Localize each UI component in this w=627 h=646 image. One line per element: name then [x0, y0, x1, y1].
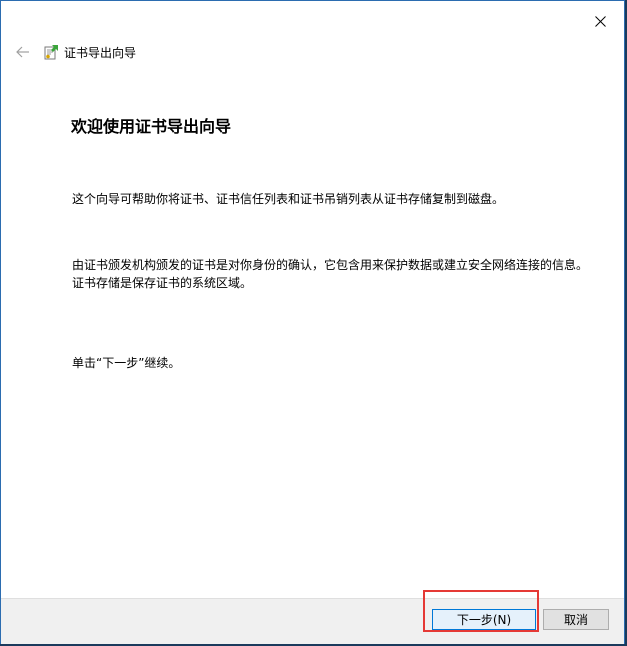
- certificate-export-wizard-window: 证书导出向导 欢迎使用证书导出向导 这个向导可帮助你将证书、证书信任列表和证书吊…: [0, 0, 625, 644]
- back-button[interactable]: [13, 43, 33, 61]
- close-icon: [594, 15, 606, 27]
- wizard-header: 证书导出向导: [13, 42, 136, 62]
- intro-paragraph: 这个向导可帮助你将证书、证书信任列表和证书吊销列表从证书存储复制到磁盘。: [72, 192, 505, 206]
- certificate-export-icon: [44, 45, 58, 60]
- cancel-button[interactable]: 取消: [543, 609, 609, 630]
- back-arrow-icon: [16, 46, 29, 58]
- wizard-title: 证书导出向导: [64, 45, 137, 60]
- next-button[interactable]: 下一步(N): [432, 609, 536, 630]
- wizard-footer: 下一步(N) 取消: [1, 598, 624, 644]
- page-heading: 欢迎使用证书导出向导: [71, 117, 232, 136]
- continue-instruction: 单击“下一步”继续。: [72, 356, 181, 370]
- description-paragraph: 由证书颁发机构颁发的证书是对你身份的确认，它包含用来保护数据或建立安全网络连接的…: [72, 258, 589, 290]
- close-button[interactable]: [582, 7, 618, 35]
